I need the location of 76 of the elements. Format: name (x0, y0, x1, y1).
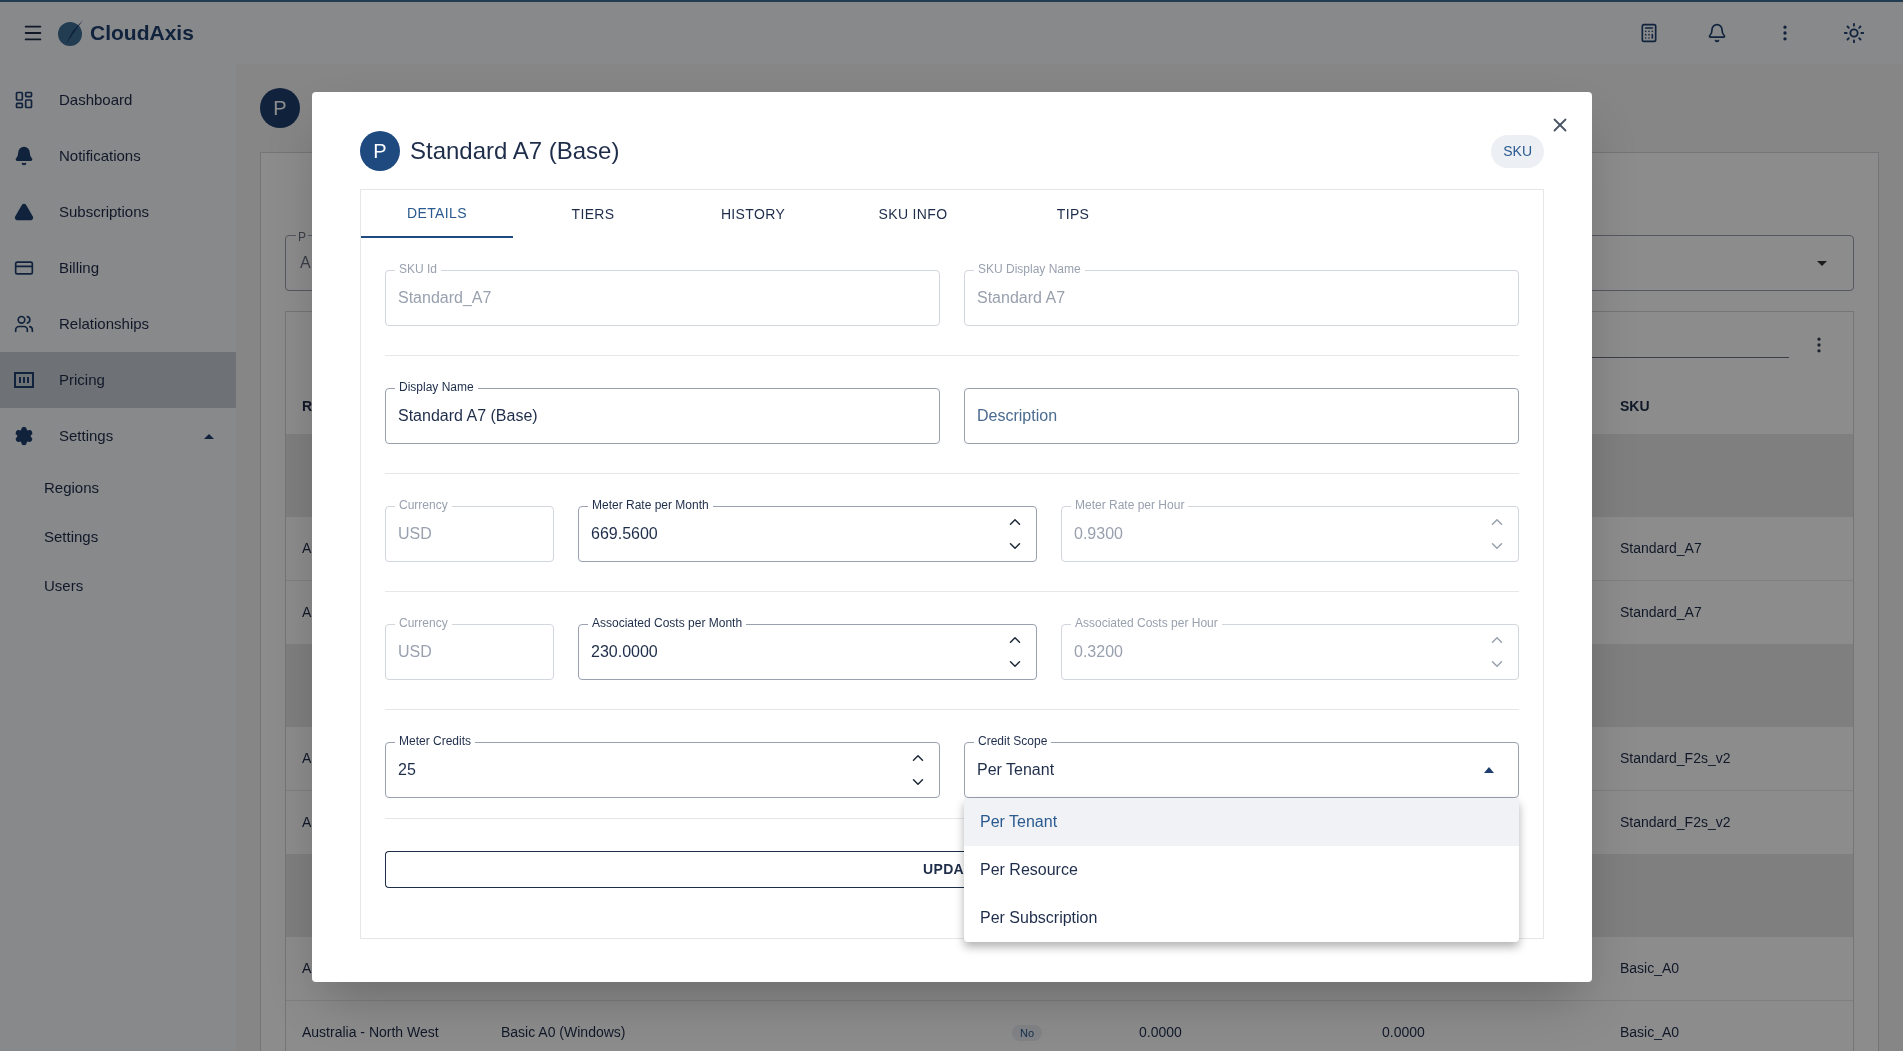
tab[interactable]: SKU INFO (833, 190, 993, 238)
field-label: Associated Costs per Hour (1071, 616, 1222, 630)
notifications-icon[interactable] (1707, 23, 1727, 43)
update-button[interactable]: UPDA (385, 851, 964, 888)
sidebar-item[interactable]: Dashboard (0, 72, 236, 128)
tab[interactable]: TIPS (993, 190, 1153, 238)
table-cell-text: Basic_A0 (1619, 959, 1681, 978)
table-cell-text: Standard_A7 (1619, 539, 1703, 558)
field-label: SKU Display Name (974, 262, 1085, 276)
sidebar-item[interactable]: Pricing (0, 352, 236, 408)
pricing-icon (14, 372, 34, 388)
field-value: Standard A7 (Base) (398, 406, 539, 426)
field-value: Standard A7 (977, 288, 1067, 308)
table-cell-text: 0.0000 (1138, 1023, 1183, 1042)
dialog-avatar: P (360, 131, 400, 171)
column-header: R (302, 396, 313, 416)
tab[interactable]: TIERS (513, 190, 673, 238)
dropdown-option[interactable]: Per Resource (964, 846, 1519, 894)
field-value: 0.3200 (1074, 642, 1124, 662)
field-label: SKU Id (395, 262, 441, 276)
calculator-icon[interactable] (1639, 23, 1659, 43)
field-value: Per Tenant (977, 760, 1056, 780)
app-logo: CloudAxis (90, 20, 194, 47)
field-label: Associated Costs per Month (588, 616, 747, 630)
field-label: Credit Scope (974, 734, 1052, 748)
table-cell-text: Basic A0 (Windows) (500, 1023, 627, 1042)
nav-icon (14, 90, 34, 110)
table-cell-text: Standard_A7 (1619, 603, 1703, 622)
table-cell-text: Standard_F2s_v2 (1619, 813, 1732, 832)
sidebar-item[interactable]: Relationships (0, 296, 236, 352)
field-value: Standard_A7 (398, 288, 493, 308)
dropdown-option[interactable]: Per Tenant (964, 798, 1519, 846)
field-value: 230.0000 (591, 642, 659, 662)
nav-icon (14, 426, 34, 446)
sidebar-item[interactable]: Subscriptions (0, 184, 236, 240)
nav-icon (14, 146, 34, 166)
page-avatar: P (260, 88, 300, 128)
field-value: 669.5600 (591, 524, 659, 544)
field-label: Meter Rate per Month (588, 498, 713, 512)
sidebar-subitem[interactable]: Settings (0, 513, 236, 562)
field-label: Display Name (395, 380, 478, 394)
table-cell-text: A (302, 539, 312, 558)
nav-icon (14, 314, 34, 334)
table-cell-text: Basic_A0 (1619, 1023, 1681, 1042)
dialog-title: Standard A7 (Base) (410, 136, 621, 166)
field-value: 25 (398, 760, 417, 780)
sidebar-subitem[interactable]: Users (0, 562, 236, 611)
tab[interactable]: HISTORY (673, 190, 833, 238)
nav-icon (14, 202, 34, 222)
caret-icon (1817, 260, 1827, 266)
sun-icon[interactable] (1843, 22, 1865, 44)
field-value: USD (398, 642, 433, 662)
table-cell-text: A (302, 603, 312, 622)
table-cell-text: 0.0000 (1381, 1023, 1426, 1042)
field-value: USD (398, 524, 433, 544)
tab[interactable]: DETAILS (361, 190, 513, 238)
table-cell-text: A (302, 749, 312, 768)
table-cell-text: Standard_F2s_v2 (1619, 749, 1732, 768)
dropdown-option[interactable]: Per Subscription (964, 894, 1519, 942)
nav-icon (14, 258, 34, 278)
column-header: SKU (1619, 396, 1651, 416)
field-label: Currency (395, 616, 452, 630)
table-cell-text: A (302, 959, 312, 978)
sidebar-item[interactable]: Billing (0, 240, 236, 296)
field-value: 0.9300 (1074, 524, 1124, 544)
sidebar-subitem[interactable]: Regions (0, 464, 236, 513)
status-badge: No (1012, 1025, 1043, 1041)
table-cell-text: A (302, 813, 312, 832)
sku-badge: SKU (1491, 134, 1544, 168)
sidebar-item[interactable]: Settings (0, 408, 236, 464)
field-label: Currency (395, 498, 452, 512)
field-label: Meter Rate per Hour (1071, 498, 1189, 512)
sidebar-item[interactable]: Notifications (0, 128, 236, 184)
field-label: Meter Credits (395, 734, 476, 748)
table-cell-text: Australia - North West (302, 1023, 439, 1042)
field-placeholder: Description (977, 406, 1059, 426)
